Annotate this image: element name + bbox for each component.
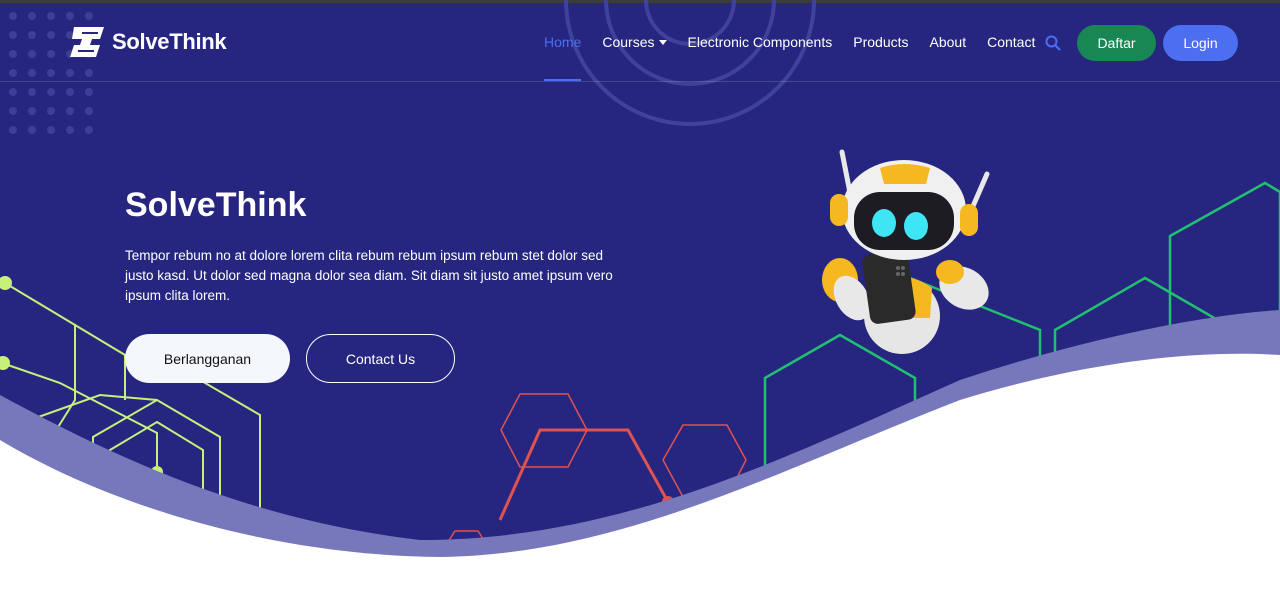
nav-about[interactable]: About xyxy=(930,3,967,81)
nav-courses-label: Courses xyxy=(602,34,655,50)
shield-logo-icon xyxy=(70,27,104,57)
chevron-down-icon xyxy=(658,39,667,45)
nav-contact[interactable]: Contact xyxy=(987,3,1035,81)
hero-description: Tempor rebum no at dolore lorem clita re… xyxy=(125,248,613,303)
nav-home[interactable]: Home xyxy=(544,3,582,81)
robot-illustration xyxy=(822,149,990,354)
subscribe-button[interactable]: Berlangganan xyxy=(125,334,290,383)
daftar-button[interactable]: Daftar xyxy=(1077,25,1156,61)
login-button[interactable]: Login xyxy=(1163,25,1238,61)
navbar: SolveThink Home Courses Electronic Compo… xyxy=(0,3,1280,82)
brand-name: SolveThink xyxy=(112,29,227,54)
hero-title: SolveThink xyxy=(125,186,307,224)
contact-us-button[interactable]: Contact Us xyxy=(306,334,455,383)
search-icon[interactable] xyxy=(1045,35,1061,51)
hero-section: SolveThink Home Courses Electronic Compo… xyxy=(0,0,1280,609)
main-nav: Home Courses Electronic Components Produ… xyxy=(544,3,1056,81)
nav-courses[interactable]: Courses xyxy=(602,3,667,81)
brand-logo[interactable]: SolveThink xyxy=(68,25,227,59)
nav-products[interactable]: Products xyxy=(853,3,908,81)
nav-electronic-components[interactable]: Electronic Components xyxy=(688,3,833,81)
